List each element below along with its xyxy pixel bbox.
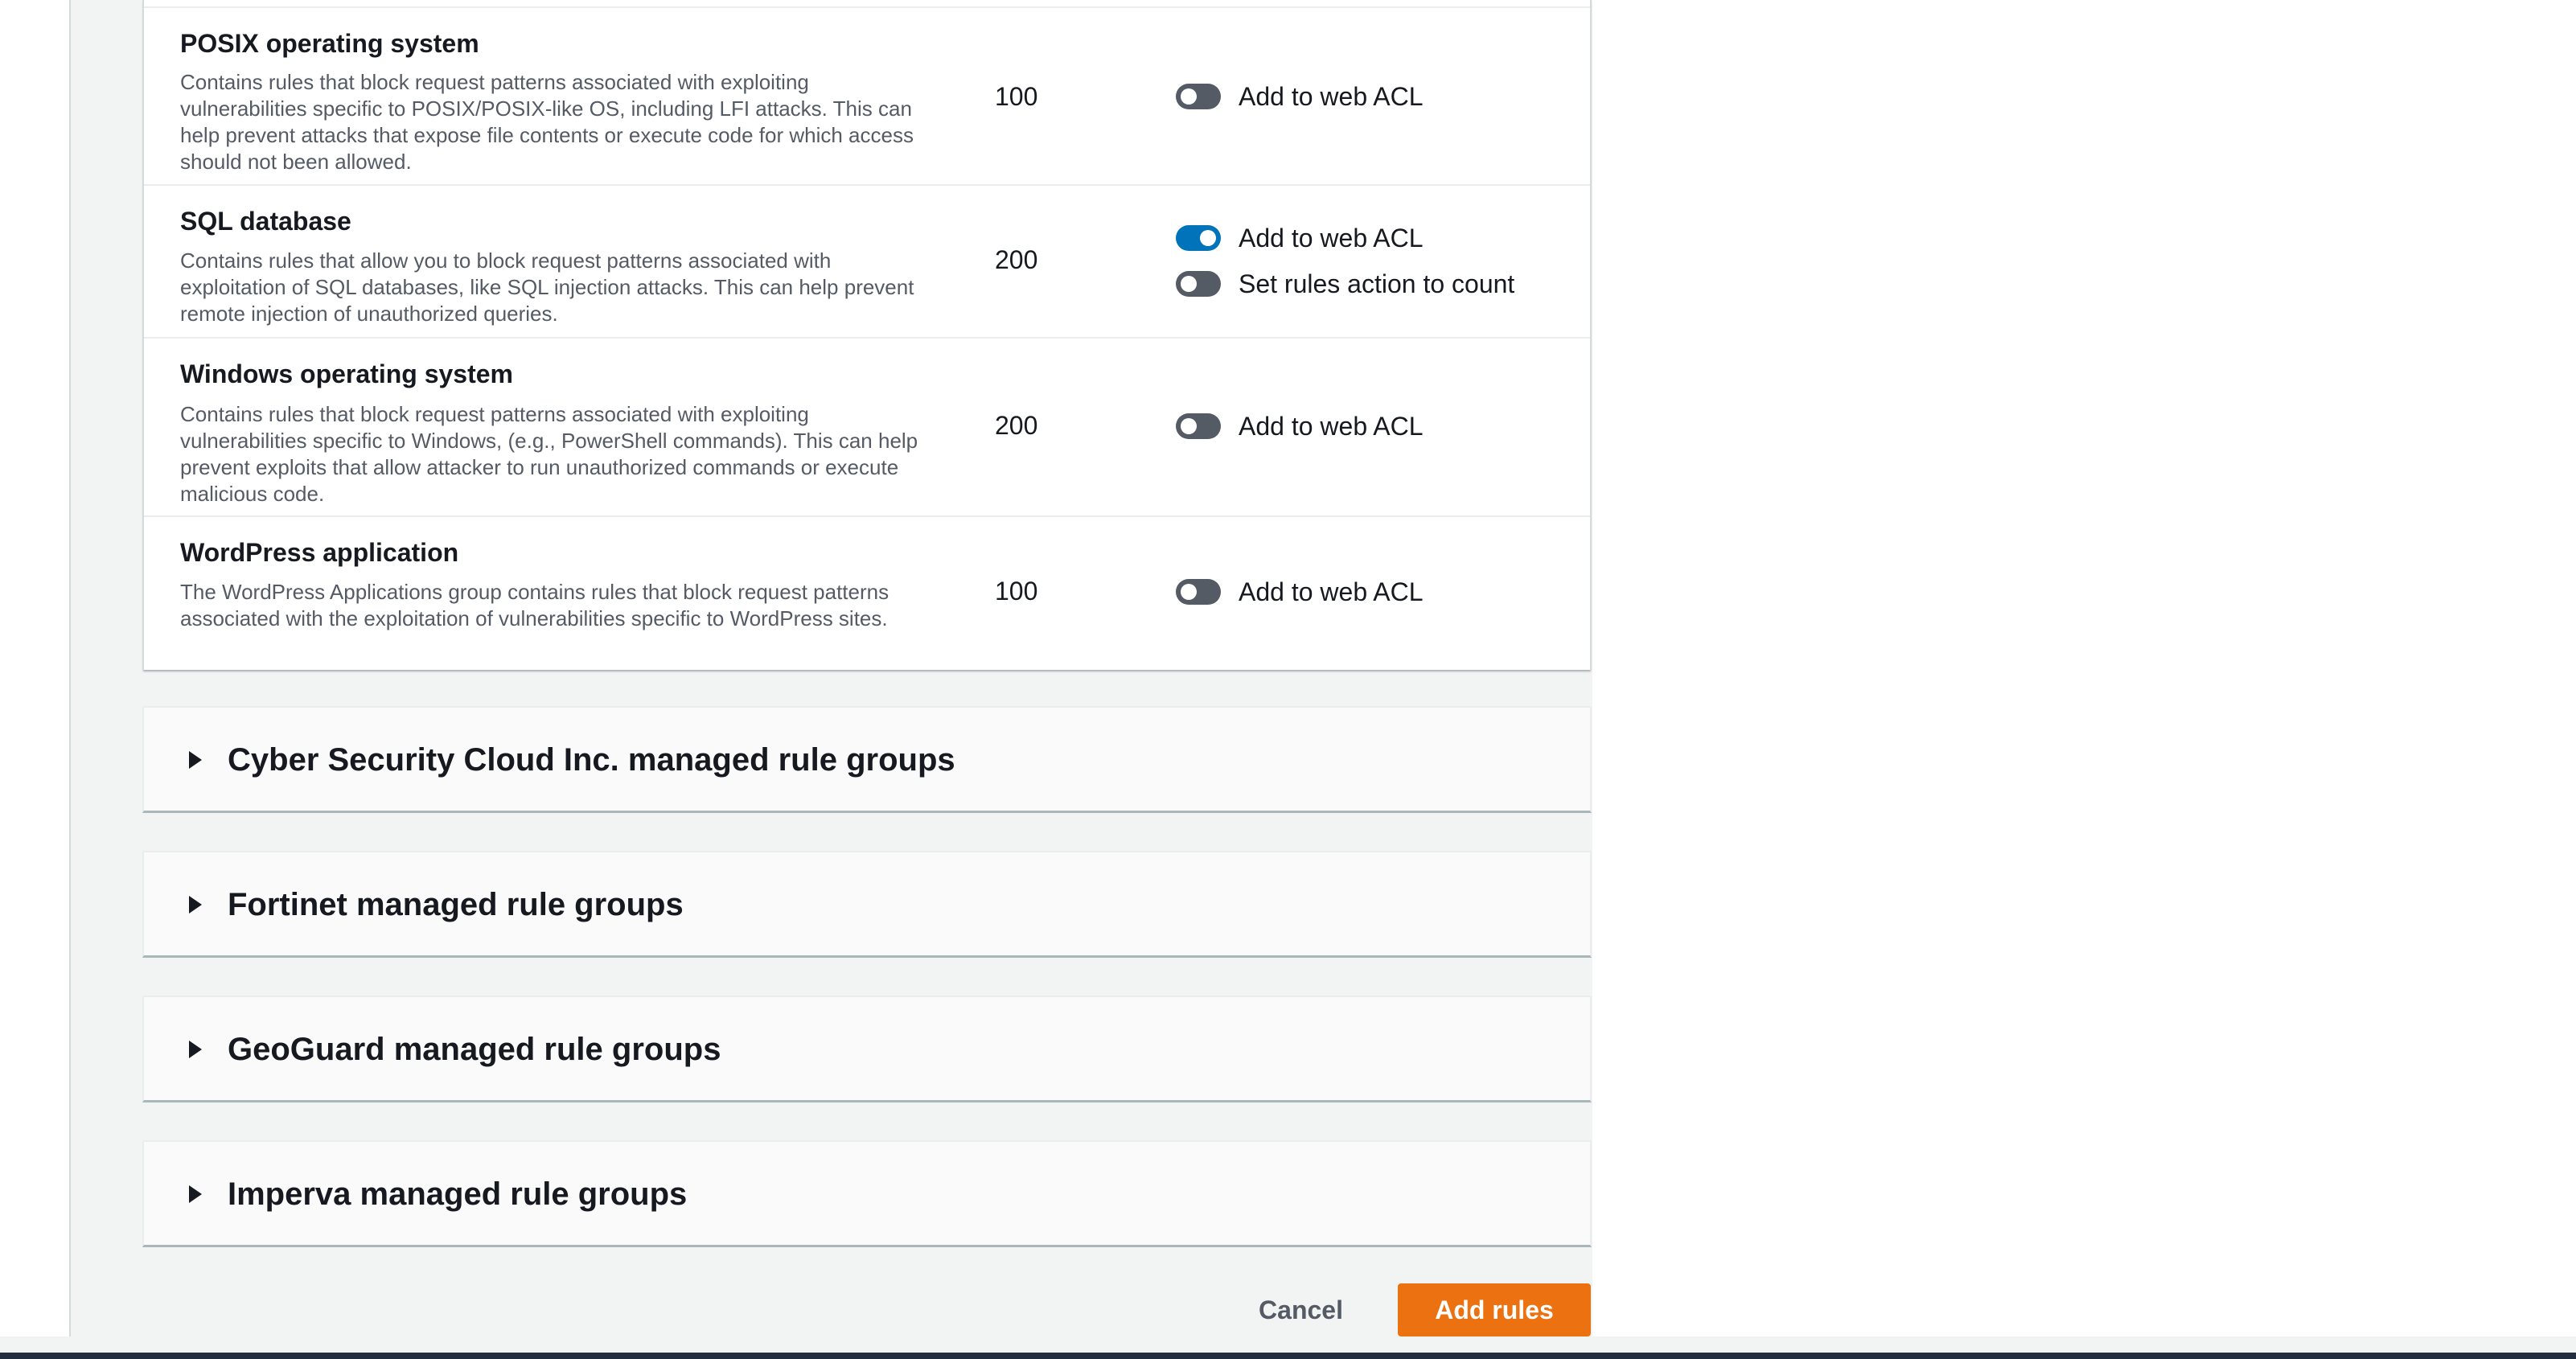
geoguard-section[interactable]: GeoGuard managed rule groups [142, 996, 1592, 1102]
toggle-label: Set rules action to count [1239, 269, 1515, 298]
toggle-switch-icon[interactable] [1176, 84, 1221, 109]
set-rules-action-to-count-toggle[interactable]: Set rules action to count [1176, 268, 1514, 300]
bottom-bar [0, 1353, 2576, 1359]
right-side-panel [1592, 0, 2576, 1336]
add-to-web-acl-toggle[interactable]: Add to web ACL [1176, 576, 1423, 608]
rules-table: POSIX operating system Contains rules th… [142, 0, 1592, 670]
rule-capacity: 200 [995, 411, 1038, 440]
rule-row-wordpress: WordPress application The WordPress Appl… [144, 517, 1590, 670]
rule-row-sql-database: SQL database Contains rules that allow y… [144, 186, 1590, 339]
add-to-web-acl-toggle[interactable]: Add to web ACL [1176, 80, 1423, 113]
imperva-section[interactable]: Imperva managed rule groups [142, 1140, 1592, 1247]
toggle-label: Add to web ACL [1239, 577, 1424, 606]
rule-name: SQL database [180, 207, 351, 236]
toggle-switch-icon[interactable] [1176, 225, 1221, 251]
rule-name: POSIX operating system [180, 29, 479, 58]
rule-description: Contains rules that block request patter… [180, 70, 914, 174]
rule-capacity: 100 [995, 577, 1038, 606]
toggle-label: Add to web ACL [1239, 81, 1424, 111]
add-rules-button[interactable]: Add rules [1398, 1283, 1591, 1336]
left-side-panel [0, 0, 71, 1336]
toggle-switch-icon[interactable] [1176, 413, 1221, 439]
add-to-web-acl-toggle[interactable]: Add to web ACL [1176, 222, 1423, 254]
toggle-switch-icon[interactable] [1176, 271, 1221, 297]
add-to-web-acl-toggle[interactable]: Add to web ACL [1176, 410, 1423, 442]
section-title[interactable]: Cyber Security Cloud Inc. managed rule g… [228, 742, 955, 778]
rule-row-windows: Windows operating system Contains rules … [144, 339, 1590, 517]
section-title[interactable]: Fortinet managed rule groups [228, 887, 684, 923]
rule-row-posix: POSIX operating system Contains rules th… [144, 8, 1590, 186]
caret-right-icon[interactable] [189, 751, 202, 769]
rule-capacity: 100 [995, 82, 1038, 111]
toggle-switch-icon[interactable] [1176, 579, 1221, 605]
section-title[interactable]: GeoGuard managed rule groups [228, 1032, 721, 1068]
toggle-label: Add to web ACL [1239, 411, 1424, 441]
caret-right-icon[interactable] [189, 896, 202, 914]
toggle-label: Add to web ACL [1239, 223, 1424, 253]
cancel-button[interactable]: Cancel [1230, 1283, 1371, 1336]
section-title[interactable]: Imperva managed rule groups [228, 1176, 687, 1213]
rule-description: Contains rules that block request patter… [180, 402, 918, 506]
rule-description: The WordPress Applications group contain… [180, 580, 889, 630]
caret-right-icon[interactable] [189, 1041, 202, 1058]
caret-right-icon[interactable] [189, 1185, 202, 1203]
rule-name: WordPress application [180, 538, 459, 567]
fortinet-section[interactable]: Fortinet managed rule groups [142, 851, 1592, 958]
rule-capacity: 200 [995, 245, 1038, 274]
cyber-security-cloud-section[interactable]: Cyber Security Cloud Inc. managed rule g… [142, 706, 1592, 813]
rule-description: Contains rules that allow you to block r… [180, 248, 914, 326]
page: POSIX operating system Contains rules th… [0, 0, 2576, 1359]
rule-name: Windows operating system [180, 359, 513, 388]
